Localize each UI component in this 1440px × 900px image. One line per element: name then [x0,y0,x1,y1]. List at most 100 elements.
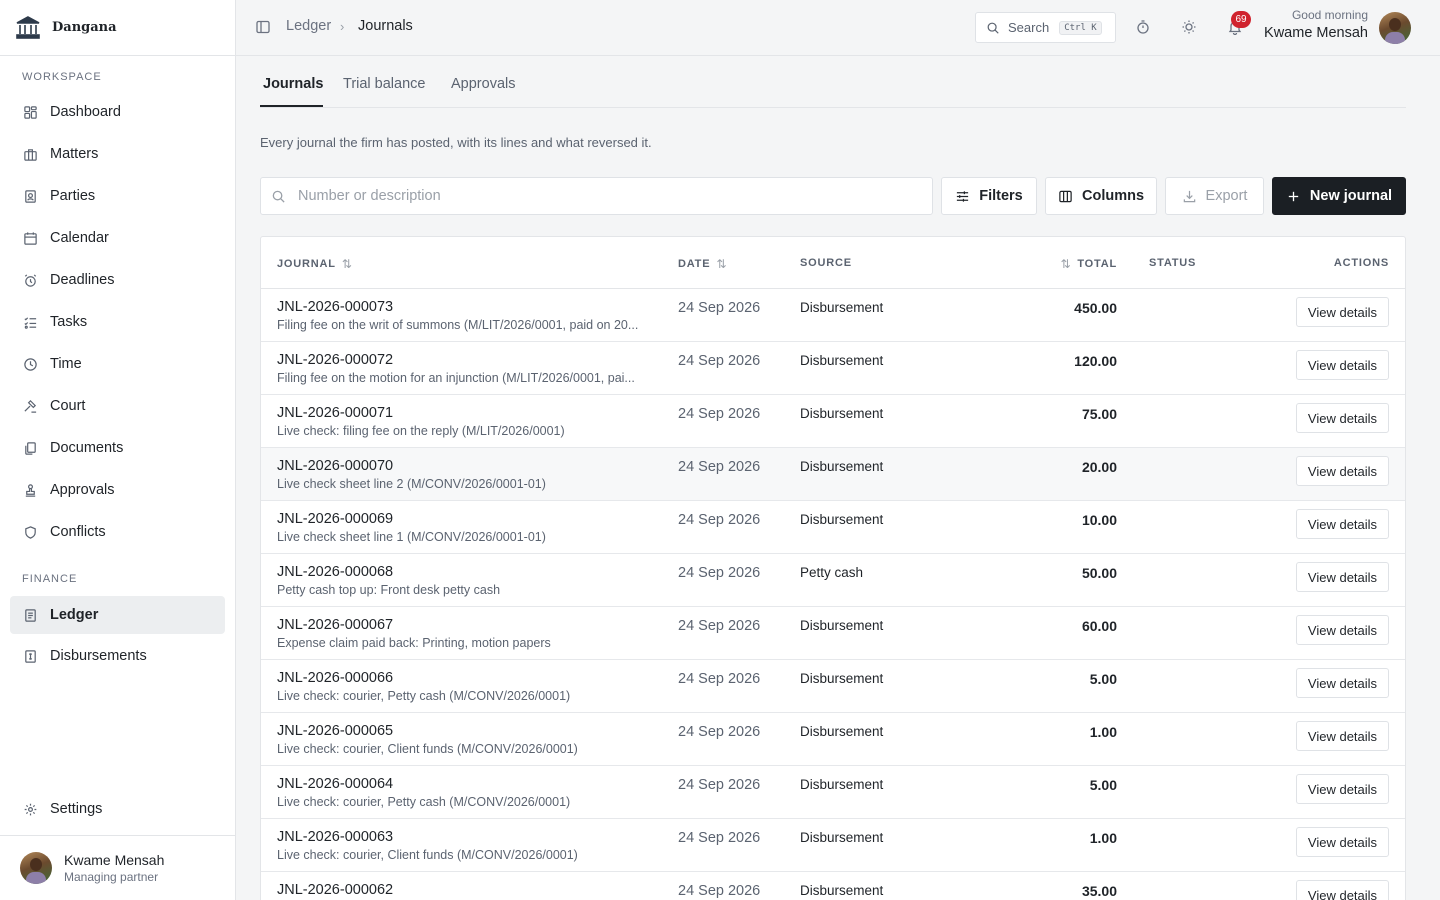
table-row[interactable]: JNL-2026-000073 Filing fee on the writ of… [261,289,1405,342]
journal-number[interactable]: JNL-2026-000062 [277,882,393,898]
column-header-date[interactable]: DATE ⇅ [678,257,727,271]
journal-number[interactable]: JNL-2026-000067 [277,617,393,633]
journal-source: Disbursement [800,883,884,898]
journal-date: 24 Sep 2026 [678,618,761,634]
sidebar-item-court[interactable]: Court [10,387,225,425]
sidebar-item-label: Disbursements [50,648,147,664]
theme-toggle-sun-icon[interactable] [1181,19,1197,35]
sidebar-item-approvals[interactable]: Approvals [10,471,225,509]
new-journal-button[interactable]: New journal [1272,177,1406,215]
journal-total: 10.00 [1081,512,1117,528]
journal-date: 24 Sep 2026 [678,671,761,687]
export-button[interactable]: Export [1165,177,1264,215]
user-role: Managing partner [64,870,159,884]
sidebar-item-documents[interactable]: Documents [10,429,225,467]
journal-total: 75.00 [1081,406,1117,422]
journal-source: Disbursement [800,459,884,474]
journal-number[interactable]: JNL-2026-000072 [277,352,393,368]
sidebar-item-ledger[interactable]: Ledger [10,596,225,634]
journal-search-input[interactable] [298,188,898,204]
sidebar-item-dashboard[interactable]: Dashboard [10,93,225,131]
tab-approvals[interactable]: Approvals [451,76,515,92]
table-row[interactable]: JNL-2026-000066 Live check: courier, Pett… [261,660,1405,713]
journal-search-field[interactable] [260,177,933,215]
view-details-button[interactable]: View details [1296,403,1389,433]
table-row[interactable]: JNL-2026-000064 Live check: courier, Pett… [261,766,1405,819]
view-details-button[interactable]: View details [1296,562,1389,592]
table-row[interactable]: JNL-2026-000068 Petty cash top up: Front … [261,554,1405,607]
brand[interactable]: Dangana [0,0,235,56]
journals-table: JOURNAL ⇅ DATE ⇅ SOURCE ⇅ TOTAL STATUS A… [260,236,1406,900]
journal-date: 24 Sep 2026 [678,459,761,475]
journal-source: Disbursement [800,618,884,633]
main-content: Journals Trial balance Approvals Every j… [236,56,1440,900]
journal-number[interactable]: JNL-2026-000064 [277,776,393,792]
view-details-button[interactable]: View details [1296,721,1389,751]
tab-trial-balance[interactable]: Trial balance [343,76,425,92]
columns-button[interactable]: Columns [1045,177,1157,215]
user-menu-avatar[interactable] [1379,12,1411,44]
filters-button[interactable]: Filters [941,177,1037,215]
sidebar-item-time[interactable]: Time [10,345,225,383]
greeting-user-name: Kwame Mensah [1264,25,1368,41]
breadcrumb-parent[interactable]: Ledger [286,18,331,34]
journal-number[interactable]: JNL-2026-000071 [277,405,393,421]
table-row[interactable]: JNL-2026-000067 Expense claim paid back: … [261,607,1405,660]
sidebar-user[interactable]: Kwame Mensah Managing partner [0,835,235,900]
calendar-icon [22,230,38,246]
journal-number[interactable]: JNL-2026-000065 [277,723,393,739]
view-details-button[interactable]: View details [1296,668,1389,698]
table-row[interactable]: JNL-2026-000071 Live check: filing fee on… [261,395,1405,448]
sidebar-item-settings[interactable]: Settings [10,790,225,828]
view-details-button[interactable]: View details [1296,456,1389,486]
view-details-button[interactable]: View details [1296,350,1389,380]
sidebar-item-label: Calendar [50,230,109,246]
sidebar-item-tasks[interactable]: Tasks [10,303,225,341]
timer-icon[interactable] [1135,19,1151,35]
gear-icon [22,801,38,817]
view-details-button[interactable]: View details [1296,615,1389,645]
sidebar-item-parties[interactable]: Parties [10,177,225,215]
workspace-section-label: WORKSPACE [22,71,102,83]
scales-logo-icon [14,14,42,42]
table-row[interactable]: JNL-2026-000069 Live check sheet line 1 (… [261,501,1405,554]
journal-number[interactable]: JNL-2026-000063 [277,829,393,845]
journal-total: 1.00 [1089,724,1117,740]
journal-total: 35.00 [1081,883,1117,899]
sidebar-toggle-icon[interactable] [255,19,271,35]
search-icon [272,190,285,203]
table-row[interactable]: JNL-2026-000063 Live check: courier, Clie… [261,819,1405,872]
global-search-button[interactable]: Search Ctrl K [975,12,1116,43]
table-row[interactable]: JNL-2026-000065 Live check: courier, Clie… [261,713,1405,766]
sidebar-item-calendar[interactable]: Calendar [10,219,225,257]
journal-number[interactable]: JNL-2026-000069 [277,511,393,527]
journal-number[interactable]: JNL-2026-000073 [277,299,393,315]
journal-number[interactable]: JNL-2026-000066 [277,670,393,686]
sidebar-item-deadlines[interactable]: Deadlines [10,261,225,299]
tab-journals[interactable]: Journals [263,76,323,92]
sort-icon: ⇅ [1060,257,1072,271]
sidebar-item-matters[interactable]: Matters [10,135,225,173]
view-details-button[interactable]: View details [1296,774,1389,804]
export-label: Export [1205,188,1248,204]
journal-date: 24 Sep 2026 [678,830,761,846]
column-header-label: ACTIONS [1333,257,1389,269]
sidebar-item-conflicts[interactable]: Conflicts [10,513,225,551]
table-row[interactable]: JNL-2026-000072 Filing fee on the motion … [261,342,1405,395]
table-row[interactable]: JNL-2026-000062 24 Sep 2026 Disbursement 35… [261,872,1405,900]
journal-number[interactable]: JNL-2026-000070 [277,458,393,474]
journal-number[interactable]: JNL-2026-000068 [277,564,393,580]
sidebar-item-label: Tasks [50,314,88,330]
columns-icon [1059,190,1072,202]
new-journal-label: New journal [1309,188,1393,204]
sidebar-item-disbursements[interactable]: Disbursements [10,637,225,675]
sidebar-item-label: Settings [50,801,103,817]
column-header-total[interactable]: ⇅ TOTAL [1060,257,1117,271]
view-details-button[interactable]: View details [1296,509,1389,539]
view-details-button[interactable]: View details [1296,880,1389,900]
view-details-button[interactable]: View details [1296,827,1389,857]
greeting: Good morning Kwame Mensah [1264,8,1368,41]
table-row[interactable]: JNL-2026-000070 Live check sheet line 2 (… [261,448,1405,501]
column-header-journal[interactable]: JOURNAL ⇅ [277,257,353,271]
view-details-button[interactable]: View details [1296,297,1389,327]
